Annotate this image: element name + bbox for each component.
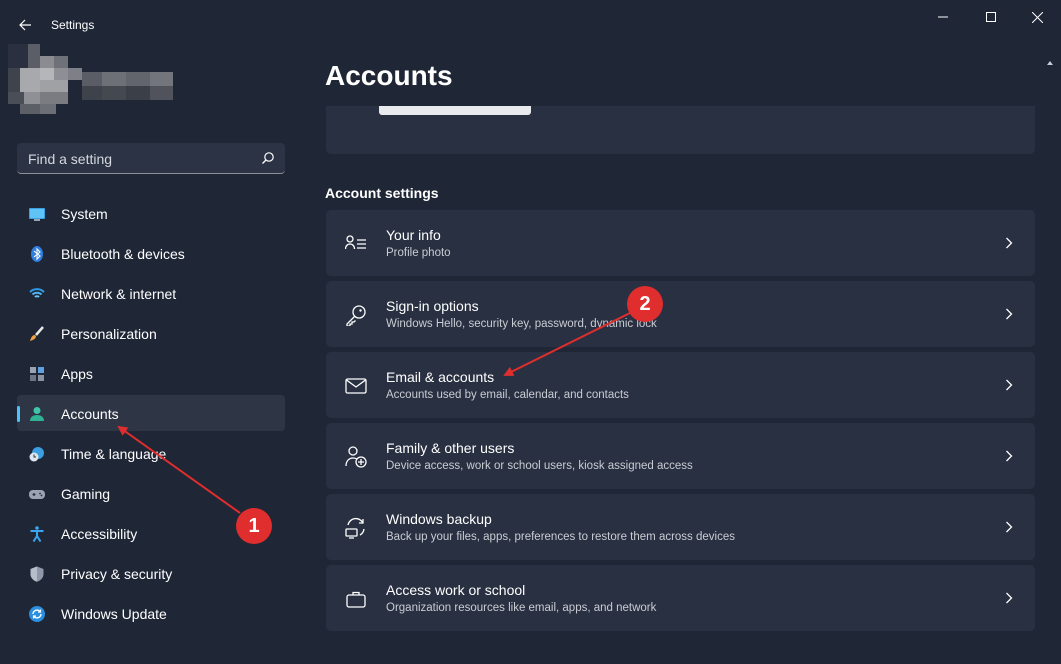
card-title: Email & accounts	[386, 369, 495, 385]
back-arrow-icon	[19, 19, 31, 31]
key-icon	[346, 305, 366, 326]
card-access-work-school[interactable]: Access work or school Organization resou…	[326, 565, 1035, 631]
gamepad-icon	[29, 490, 45, 499]
card-subtitle: Profile photo	[386, 247, 451, 259]
sidebar-item-label: Bluetooth & devices	[61, 246, 185, 262]
active-indicator	[17, 406, 20, 422]
sidebar-item-label: Time & language	[61, 446, 167, 462]
card-subtitle: Accounts used by email, calendar, and co…	[386, 389, 629, 401]
accessibility-icon	[30, 526, 44, 542]
search-placeholder: Find a setting	[28, 151, 113, 167]
search-input[interactable]: Find a setting	[17, 143, 285, 174]
chevron-right-icon	[1006, 237, 1013, 249]
chevron-right-icon	[1006, 308, 1013, 320]
card-subtitle: Device access, work or school users, kio…	[386, 460, 693, 472]
account-settings-list: Your info Profile photo Sign-in options …	[326, 210, 1035, 636]
family-icon	[345, 446, 367, 468]
card-subtitle: Organization resources like email, apps,…	[386, 602, 657, 614]
backup-icon	[345, 517, 365, 539]
chevron-right-icon	[1006, 379, 1013, 391]
brush-icon	[30, 326, 44, 341]
account-summary-card	[326, 106, 1035, 154]
card-subtitle: Back up your files, apps, preferences to…	[386, 531, 735, 543]
sidebar-item-apps[interactable]: Apps	[17, 355, 285, 391]
briefcase-icon	[346, 591, 366, 608]
sidebar-item-label: Network & internet	[61, 286, 177, 302]
card-family-users[interactable]: Family & other users Device access, work…	[326, 423, 1035, 489]
sidebar-item-label: Gaming	[61, 486, 111, 502]
sidebar-item-windows-update[interactable]: Windows Update	[17, 595, 285, 631]
title-bar: Settings	[0, 0, 1061, 50]
card-title: Access work or school	[386, 582, 526, 598]
sidebar-item-time-language[interactable]: Time & language	[17, 435, 285, 471]
apps-icon	[30, 367, 44, 381]
card-your-info[interactable]: Your info Profile photo	[326, 210, 1035, 276]
person-card-icon	[345, 235, 366, 250]
avatar	[8, 44, 173, 116]
card-sign-in-options[interactable]: Sign-in options Windows Hello, security …	[326, 281, 1035, 347]
close-button[interactable]	[1014, 0, 1060, 34]
annotation-badge-2: 2	[627, 286, 663, 322]
sidebar-item-label: Personalization	[61, 326, 157, 342]
sidebar-nav: System Bluetooth & devices Network & int…	[17, 195, 285, 635]
sidebar-item-bluetooth[interactable]: Bluetooth & devices	[17, 235, 285, 271]
sidebar-item-label: Accessibility	[61, 526, 138, 542]
mail-icon	[345, 378, 367, 394]
sidebar-item-network[interactable]: Network & internet	[17, 275, 285, 311]
wifi-icon	[29, 288, 45, 298]
sidebar-item-system[interactable]: System	[17, 195, 285, 231]
chevron-right-icon	[1006, 450, 1013, 462]
bluetooth-icon	[31, 246, 43, 262]
main-content: Account settings Your info Profile photo…	[325, 106, 1036, 664]
account-summary-bar	[379, 106, 531, 115]
sidebar-item-label: System	[61, 206, 108, 222]
card-email-accounts[interactable]: Email & accounts Accounts used by email,…	[326, 352, 1035, 418]
card-subtitle: Windows Hello, security key, password, d…	[386, 318, 657, 330]
sidebar-item-label: Accounts	[61, 406, 119, 422]
maximize-button[interactable]	[968, 0, 1014, 34]
minimize-button[interactable]	[920, 0, 966, 34]
update-icon	[29, 606, 45, 622]
app-title: Settings	[51, 18, 95, 32]
close-icon	[1031, 11, 1043, 23]
section-label: Account settings	[325, 185, 439, 201]
back-button[interactable]	[10, 10, 40, 40]
maximize-icon	[986, 12, 996, 22]
monitor-icon	[29, 208, 45, 221]
sidebar-item-personalization[interactable]: Personalization	[17, 315, 285, 351]
clock-globe-icon	[29, 447, 44, 462]
annotation-badge-1: 1	[236, 508, 272, 544]
sidebar-item-label: Privacy & security	[61, 566, 173, 582]
person-icon	[30, 407, 44, 421]
card-title: Sign-in options	[386, 298, 479, 314]
sidebar-item-label: Apps	[61, 366, 93, 382]
sidebar-item-accounts[interactable]: Accounts	[17, 395, 285, 431]
minimize-icon	[938, 16, 948, 18]
card-windows-backup[interactable]: Windows backup Back up your files, apps,…	[326, 494, 1035, 560]
sidebar-item-gaming[interactable]: Gaming	[17, 475, 285, 511]
chevron-right-icon	[1006, 521, 1013, 533]
sidebar-item-privacy[interactable]: Privacy & security	[17, 555, 285, 591]
scroll-up-arrow-icon[interactable]	[1047, 60, 1053, 68]
search-icon	[262, 152, 274, 164]
card-title: Family & other users	[386, 440, 515, 456]
page-title: Accounts	[325, 60, 453, 91]
chevron-right-icon	[1006, 592, 1013, 604]
card-title: Your info	[386, 227, 441, 243]
sidebar-item-label: Windows Update	[61, 606, 167, 622]
shield-icon	[30, 566, 44, 582]
card-title: Windows backup	[386, 511, 492, 527]
